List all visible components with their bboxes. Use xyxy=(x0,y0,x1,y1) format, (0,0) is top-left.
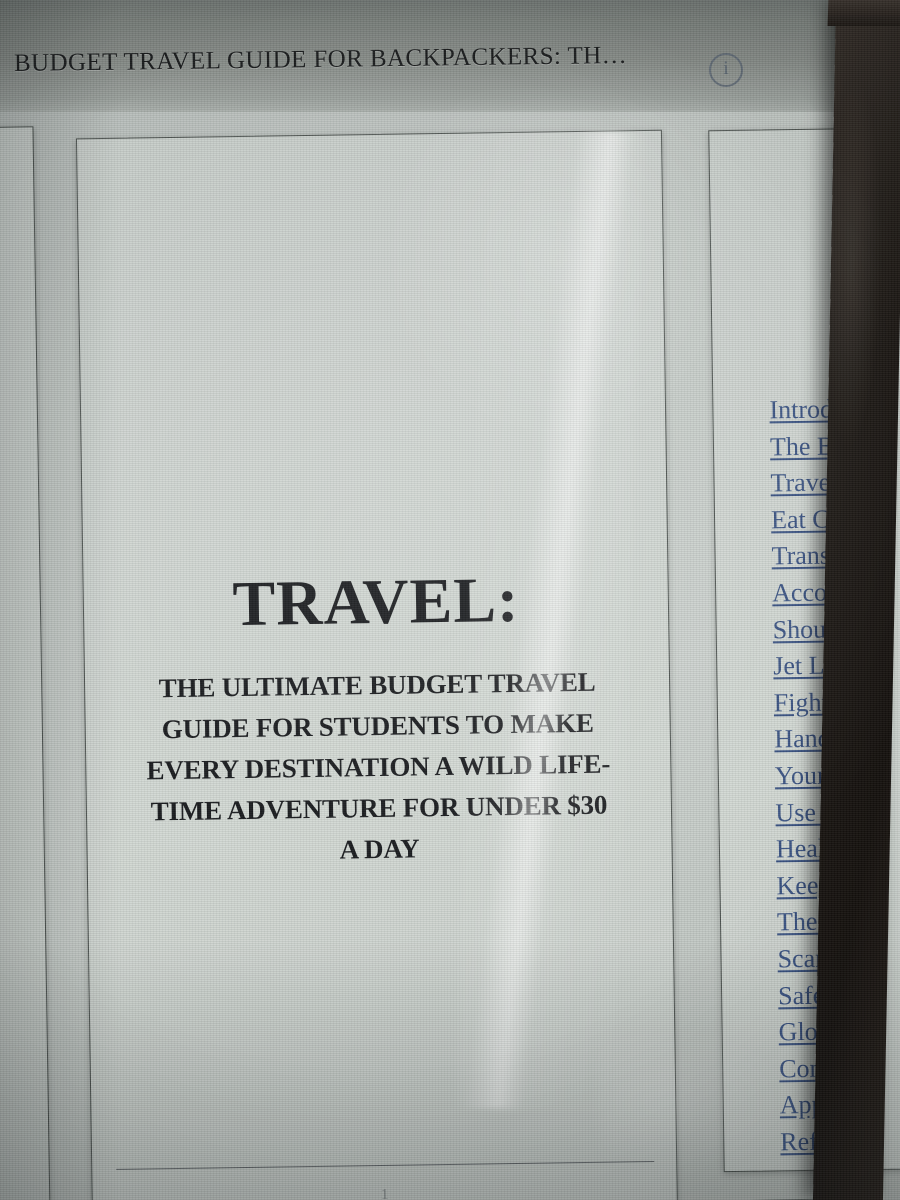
document-title: BUDGET TRAVEL GUIDE FOR BACKPACKERS: TH… xyxy=(13,41,628,77)
document-workspace[interactable]: TRAVEL: THE ULTIMATE BUDGET TRAVEL GUIDE… xyxy=(0,112,900,1200)
page-footer-rule xyxy=(116,1160,655,1170)
page-number: 1 xyxy=(380,1186,389,1200)
cover-subtitle: THE ULTIMATE BUDGET TRAVEL GUIDE FOR STU… xyxy=(146,666,611,865)
cover-title: TRAVEL: xyxy=(231,563,520,640)
photographed-screen: BUDGET TRAVEL GUIDE FOR BACKPACKERS: TH…… xyxy=(0,0,900,1200)
cover-page[interactable]: TRAVEL: THE ULTIMATE BUDGET TRAVEL GUIDE… xyxy=(75,129,679,1200)
document-title-bar: BUDGET TRAVEL GUIDE FOR BACKPACKERS: TH…… xyxy=(0,0,900,112)
previous-page-sliver[interactable] xyxy=(0,126,51,1200)
info-circle-icon[interactable]: i xyxy=(708,52,744,88)
screen-edge-dark-band-top xyxy=(827,0,900,26)
